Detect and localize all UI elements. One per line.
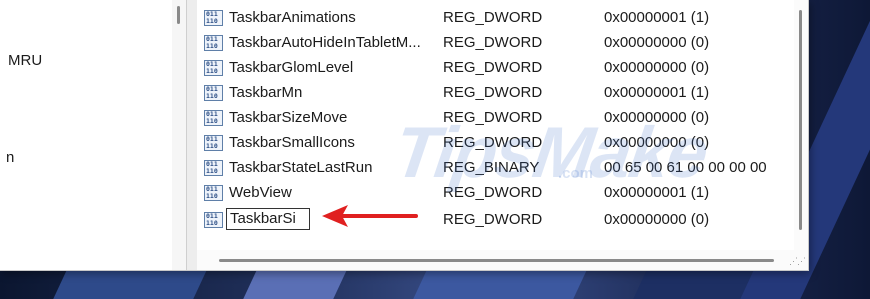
value-row[interactable]: 011 110 TaskbarMn REG_DWORD 0x00000001 (1…: [197, 81, 787, 105]
red-arrow-icon: [322, 205, 418, 227]
value-name: TaskbarAnimations: [229, 9, 356, 26]
reg-binary-value-icon: 011 110: [204, 135, 223, 151]
watermark-logo: TipsMake: [389, 113, 712, 193]
resize-grip-icon[interactable]: ⋰⋰: [789, 256, 806, 267]
reg-binary-value-icon: 011 110: [204, 85, 223, 101]
value-data: 0x00000001 (1): [604, 84, 710, 101]
value-name: TaskbarSmallIcons: [229, 134, 355, 151]
value-name: TaskbarStateLastRun: [229, 159, 373, 176]
value-type: REG_DWORD: [443, 34, 543, 51]
values-horizontal-scrollbar-thumb[interactable]: [219, 259, 774, 262]
value-row-editing[interactable]: 011 110 TaskbarSi REG_DWORD 0x00000000 (0…: [197, 208, 787, 232]
value-data: 0x00000000 (0): [604, 59, 710, 76]
wallpaper-streak: [53, 270, 207, 299]
value-name: TaskbarGlomLevel: [229, 59, 354, 76]
reg-binary-value-icon: 011 110: [204, 60, 223, 76]
reg-binary-value-icon: 011 110: [204, 212, 223, 228]
value-name: WebView: [229, 184, 292, 201]
values-vertical-scrollbar-thumb[interactable]: [799, 10, 802, 230]
wallpaper-streak: [243, 270, 347, 299]
tree-scrollbar[interactable]: [172, 0, 186, 270]
tree-scrollbar-thumb[interactable]: [177, 6, 180, 24]
watermark-suffix: .com: [558, 165, 594, 182]
value-row[interactable]: 011 110 TaskbarGlomLevel REG_DWORD 0x0000…: [197, 56, 787, 80]
value-type: REG_DWORD: [443, 9, 543, 26]
reg-binary-value-icon: 011 110: [204, 160, 223, 176]
tree-item-mru[interactable]: MRU: [8, 52, 42, 69]
value-name: TaskbarAutoHideInTabletM...: [229, 34, 421, 51]
values-vertical-scrollbar[interactable]: [794, 0, 808, 250]
values-horizontal-scrollbar[interactable]: ⋰⋰: [197, 250, 808, 270]
tree-item-partial[interactable]: n: [6, 149, 14, 166]
value-data: 0x00000000 (0): [604, 34, 710, 51]
value-type: REG_DWORD: [443, 211, 543, 228]
reg-binary-value-icon: 011 110: [204, 185, 223, 201]
value-type: REG_DWORD: [443, 84, 543, 101]
value-data: 0x00000000 (0): [604, 211, 710, 228]
reg-binary-value-icon: 011 110: [204, 110, 223, 126]
rename-value-input[interactable]: TaskbarSi: [226, 208, 310, 230]
value-row[interactable]: 011 110 TaskbarAutoHideInTabletM... REG_D…: [197, 31, 787, 55]
reg-binary-value-icon: 011 110: [204, 35, 223, 51]
registry-tree-pane[interactable]: MRU n: [0, 0, 186, 270]
value-name: TaskbarMn: [229, 84, 303, 101]
reg-binary-value-icon: 011 110: [204, 10, 223, 26]
wallpaper-streak: [413, 270, 587, 299]
value-data: 0x00000001 (1): [604, 9, 710, 26]
value-type: REG_DWORD: [443, 59, 543, 76]
value-row[interactable]: 011 110 TaskbarAnimations REG_DWORD 0x000…: [197, 6, 787, 30]
value-name: TaskbarSizeMove: [229, 109, 348, 126]
